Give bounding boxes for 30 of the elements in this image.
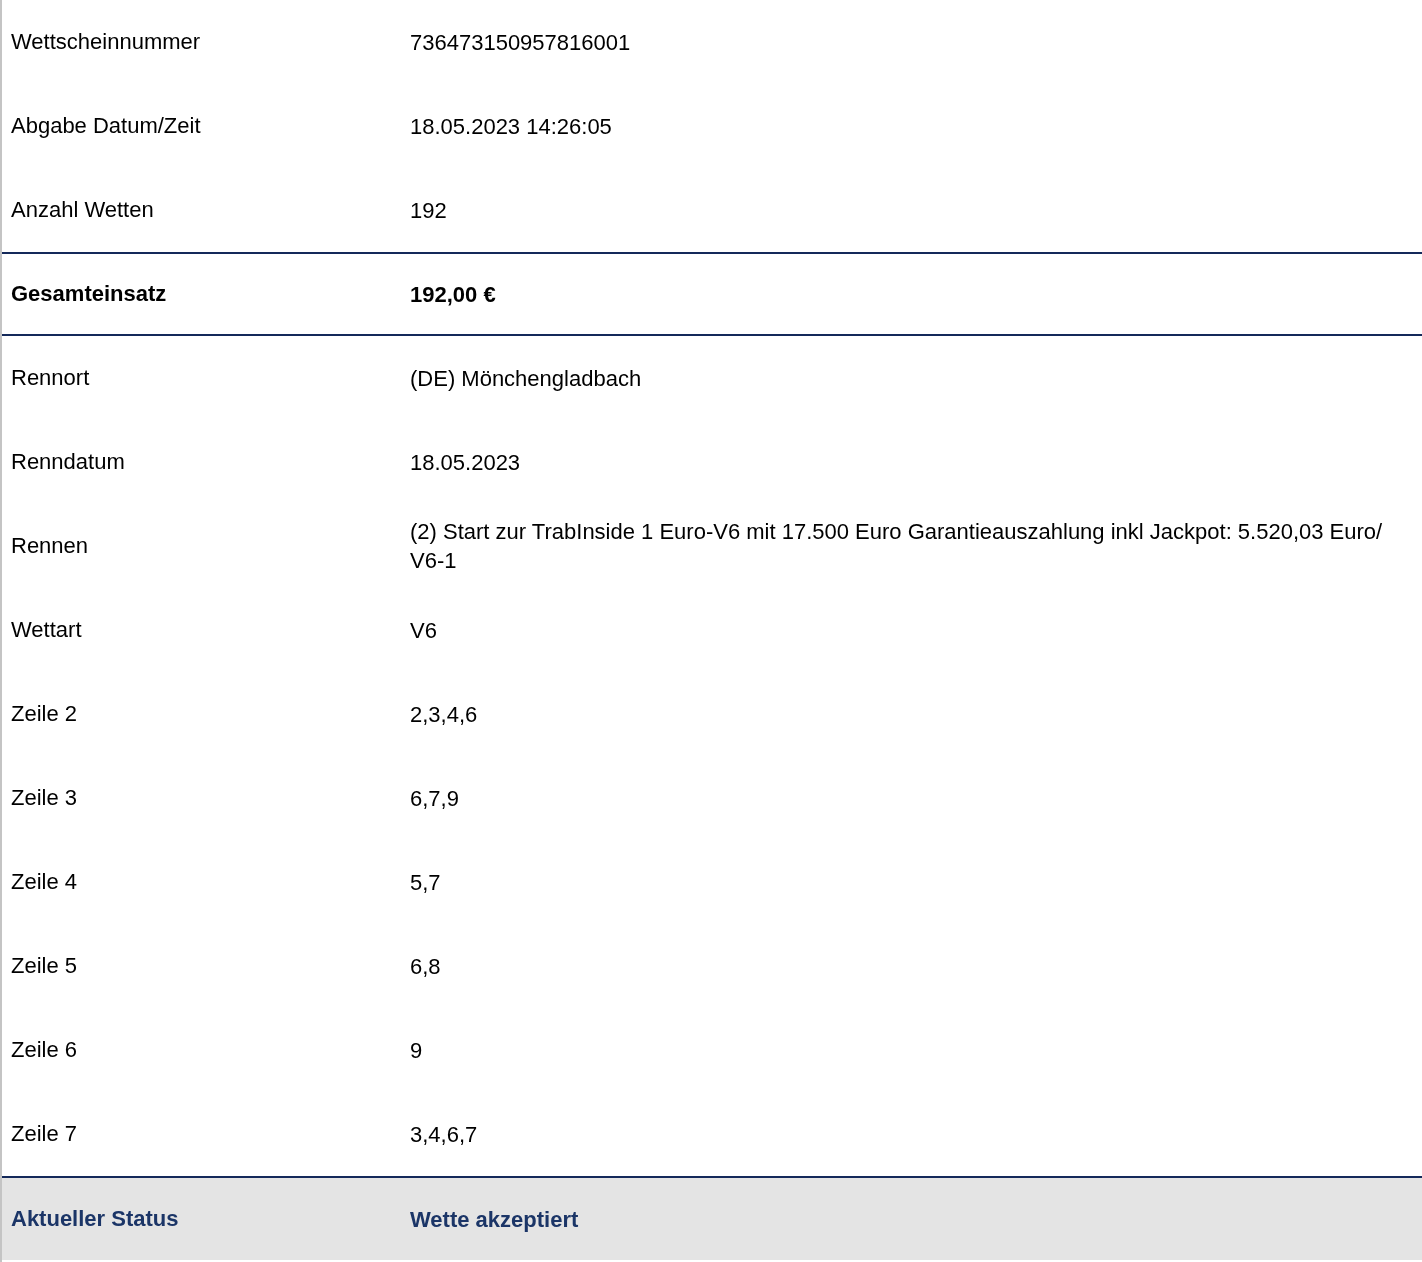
field-label: Gesamteinsatz (11, 281, 168, 307)
field-value: 5,7 (410, 868, 442, 897)
field-label: Rennen (11, 533, 90, 559)
field-label: Wettscheinnummer (11, 29, 202, 55)
field-value: 6,7,9 (410, 784, 460, 813)
field-value: 736473150957816001 (410, 28, 632, 57)
field-value: 192 (410, 196, 448, 225)
field-label: Aktueller Status (11, 1206, 180, 1232)
field-label: Zeile 5 (11, 953, 79, 979)
field-value: (2) Start zur TrabInside 1 Euro-V6 mit 17.500 Euro Garantieauszahlung inkl Jackpot: 5.520,03 Euro/ V6-1 (410, 518, 1384, 575)
field-value: 2,3,4,6 (410, 700, 479, 729)
field-label: Zeile 2 (11, 701, 79, 727)
field-label: Zeile 4 (11, 869, 79, 895)
field-value: V6 (410, 616, 438, 645)
field-label: Renndatum (11, 449, 126, 475)
field-label: Zeile 7 (11, 1121, 79, 1147)
field-label: Rennort (11, 365, 91, 391)
field-value: (DE) Mönchengladbach (410, 364, 643, 393)
field-value: 9 (410, 1036, 424, 1065)
field-label: Wettart (11, 617, 83, 643)
field-label: Abgabe Datum/Zeit (11, 113, 202, 139)
field-value: Wette akzeptiert (410, 1205, 580, 1234)
field-value: 18.05.2023 14:26:05 (410, 112, 613, 141)
field-value: 6,8 (410, 952, 442, 981)
field-label: Zeile 6 (11, 1037, 79, 1063)
field-label: Zeile 3 (11, 785, 79, 811)
field-value: 18.05.2023 (410, 448, 522, 477)
field-value: 192,00 € (410, 280, 497, 309)
field-label: Anzahl Wetten (11, 197, 155, 223)
field-value: 3,4,6,7 (410, 1120, 479, 1149)
